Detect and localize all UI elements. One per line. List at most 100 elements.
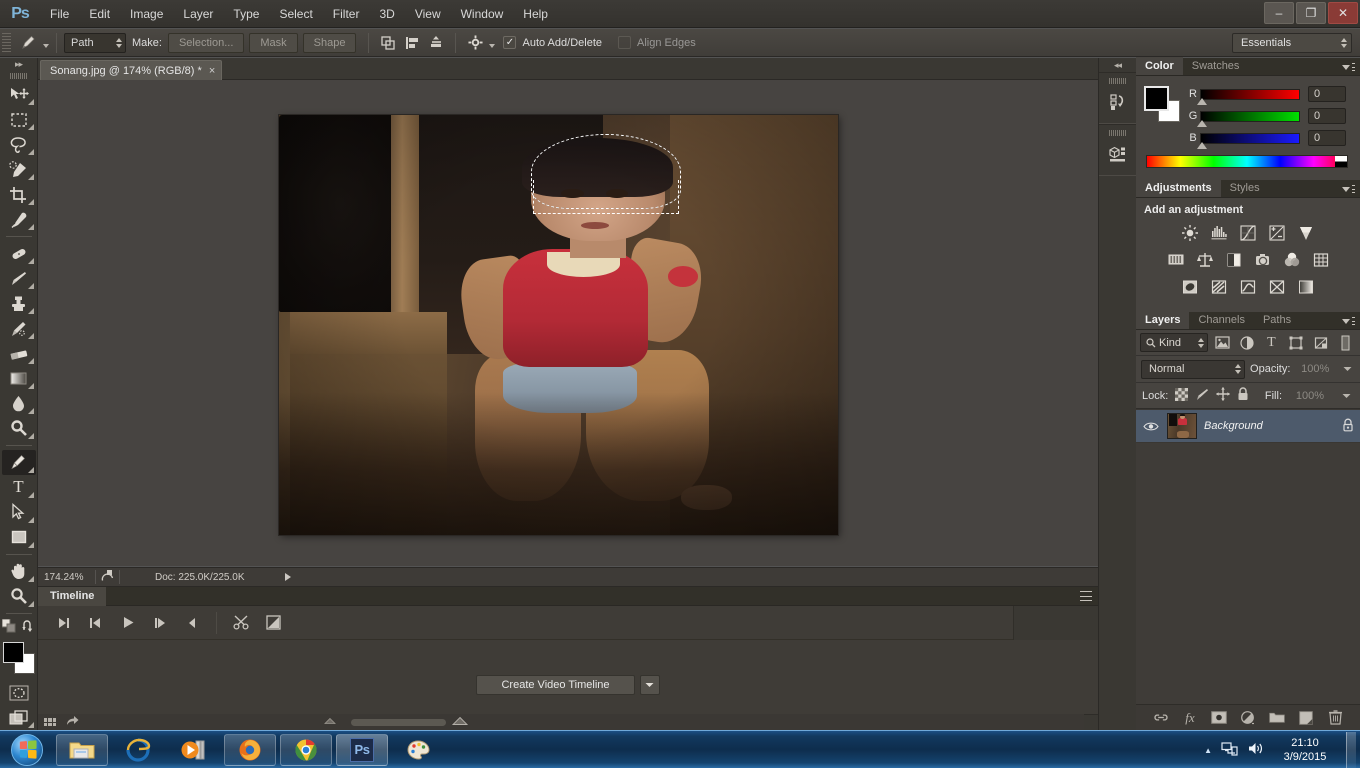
delete-layer-icon[interactable] bbox=[1327, 710, 1343, 726]
windows-explorer-taskbar-icon[interactable] bbox=[56, 733, 108, 766]
document-tab[interactable]: Sonang.jpg @ 174% (RGB/8) * × bbox=[40, 60, 223, 80]
dock-collapse-icon[interactable]: ◂◂ bbox=[1099, 58, 1136, 72]
add-layer-mask-icon[interactable] bbox=[1211, 710, 1227, 726]
menu-edit[interactable]: Edit bbox=[79, 2, 120, 26]
dock-grip-1[interactable] bbox=[1109, 78, 1126, 84]
canvas-area[interactable] bbox=[38, 80, 1098, 566]
posterize-icon[interactable] bbox=[1209, 277, 1229, 297]
channel-b-value[interactable]: 0 bbox=[1308, 130, 1346, 146]
gradient-map-icon[interactable] bbox=[1296, 277, 1316, 297]
fill-value[interactable]: 100% bbox=[1289, 386, 1331, 405]
brightness-contrast-icon[interactable] bbox=[1180, 223, 1200, 243]
filter-shape-layers-icon[interactable] bbox=[1285, 332, 1307, 353]
make-shape-button[interactable]: Shape bbox=[302, 32, 357, 53]
layer-thumbnail[interactable] bbox=[1167, 413, 1197, 439]
color-lookup-icon[interactable] bbox=[1311, 250, 1331, 270]
hue-saturation-icon[interactable] bbox=[1166, 250, 1186, 270]
menu-image[interactable]: Image bbox=[120, 2, 173, 26]
curves-icon[interactable] bbox=[1238, 223, 1258, 243]
windows-media-player-taskbar-icon[interactable] bbox=[168, 734, 220, 766]
dodge-tool[interactable] bbox=[2, 416, 36, 441]
foreground-color-swatch[interactable] bbox=[2, 642, 24, 664]
clone-stamp-tool[interactable] bbox=[2, 291, 36, 316]
auto-add-delete-checkbox[interactable]: ✓ Auto Add/Delete bbox=[503, 36, 608, 49]
adjustments-panel-menu-icon[interactable] bbox=[1342, 184, 1355, 194]
photo-filter-icon[interactable] bbox=[1253, 250, 1273, 270]
channel-r-value[interactable]: 0 bbox=[1308, 86, 1346, 102]
levels-icon[interactable] bbox=[1209, 223, 1229, 243]
tab-timeline[interactable]: Timeline bbox=[38, 586, 107, 606]
dock-grip-2[interactable] bbox=[1109, 130, 1126, 136]
type-tool[interactable]: T bbox=[2, 475, 36, 500]
layers-list[interactable]: Background bbox=[1136, 409, 1360, 653]
spot-healing-brush-tool[interactable] bbox=[2, 241, 36, 266]
layers-panel-menu-icon[interactable] bbox=[1342, 316, 1355, 326]
layer-visibility-icon[interactable] bbox=[1142, 417, 1160, 435]
tab-adjustments[interactable]: Adjustments bbox=[1136, 179, 1221, 197]
tab-channels[interactable]: Channels bbox=[1189, 311, 1253, 329]
black-and-white-icon[interactable] bbox=[1224, 250, 1244, 270]
lock-image-pixels-icon[interactable] bbox=[1195, 388, 1209, 404]
screen-mode-icon[interactable] bbox=[2, 705, 36, 730]
brush-tool[interactable] bbox=[2, 266, 36, 291]
color-balance-icon[interactable] bbox=[1195, 250, 1215, 270]
color-ramp-white-black[interactable] bbox=[1335, 156, 1347, 167]
rectangular-marquee-tool[interactable] bbox=[2, 107, 36, 132]
menu-filter[interactable]: Filter bbox=[323, 2, 370, 26]
play-button[interactable] bbox=[112, 611, 144, 635]
color-panel-menu-icon[interactable] bbox=[1342, 62, 1355, 72]
close-document-icon[interactable]: × bbox=[209, 65, 215, 77]
internet-explorer-taskbar-icon[interactable] bbox=[112, 734, 164, 766]
color-panel-swatches[interactable] bbox=[1144, 86, 1180, 122]
eraser-tool[interactable] bbox=[2, 341, 36, 366]
align-edges-checkbox[interactable]: Align Edges bbox=[618, 36, 702, 49]
menu-3d[interactable]: 3D bbox=[369, 2, 404, 26]
blend-mode-select[interactable]: Normal bbox=[1141, 359, 1246, 379]
tab-paths[interactable]: Paths bbox=[1254, 311, 1300, 329]
layer-filter-kind-select[interactable]: Kind bbox=[1140, 333, 1209, 352]
menu-file[interactable]: File bbox=[40, 2, 79, 26]
pen-tool-icon[interactable] bbox=[15, 32, 41, 54]
network-icon[interactable] bbox=[1221, 741, 1238, 759]
canvas-share-icon[interactable] bbox=[66, 715, 79, 729]
filter-adjustment-layers-icon[interactable] bbox=[1236, 332, 1258, 353]
channel-mixer-icon[interactable] bbox=[1282, 250, 1302, 270]
quick-selection-tool[interactable] bbox=[2, 157, 36, 182]
blur-tool[interactable] bbox=[2, 391, 36, 416]
image-canvas[interactable] bbox=[279, 115, 838, 535]
scroll-right-arrow-icon[interactable] bbox=[451, 716, 469, 729]
next-frame-button[interactable] bbox=[144, 611, 176, 635]
menu-view[interactable]: View bbox=[405, 2, 451, 26]
clock[interactable]: 21:10 3/9/2015 bbox=[1273, 736, 1337, 764]
tools-collapse-icon[interactable]: ▸▸ bbox=[0, 58, 38, 71]
channel-g-value[interactable]: 0 bbox=[1308, 108, 1346, 124]
invert-icon[interactable] bbox=[1180, 277, 1200, 297]
vibrance-icon[interactable] bbox=[1296, 223, 1316, 243]
rectangle-shape-tool[interactable] bbox=[2, 525, 36, 550]
path-selection-tool[interactable] bbox=[2, 500, 36, 525]
3d-panel-icon[interactable] bbox=[1099, 139, 1137, 169]
layer-style-icon[interactable]: fx bbox=[1182, 710, 1198, 726]
canvas-grid-icon[interactable] bbox=[44, 718, 56, 726]
opacity-dropdown-icon[interactable] bbox=[1340, 360, 1355, 378]
options-bar-grip[interactable] bbox=[2, 32, 11, 53]
tab-color[interactable]: Color bbox=[1136, 57, 1183, 75]
transition-button[interactable] bbox=[257, 611, 289, 635]
channel-g-thumb[interactable] bbox=[1197, 119, 1207, 127]
make-mask-button[interactable]: Mask bbox=[249, 32, 298, 53]
photoshop-taskbar-icon[interactable]: Ps bbox=[336, 733, 388, 766]
color-spectrum-ramp[interactable] bbox=[1146, 155, 1348, 168]
scrollbar-thumb[interactable] bbox=[351, 718, 446, 726]
threshold-icon[interactable] bbox=[1238, 277, 1258, 297]
lasso-tool[interactable] bbox=[2, 132, 36, 157]
menu-type[interactable]: Type bbox=[223, 2, 269, 26]
channel-g-slider[interactable] bbox=[1197, 110, 1300, 127]
zoom-level-field[interactable]: 174.24% bbox=[38, 572, 90, 583]
gear-caret-icon[interactable] bbox=[489, 43, 496, 48]
create-timeline-dropdown-icon[interactable] bbox=[639, 675, 660, 695]
history-panel-icon[interactable] bbox=[1099, 87, 1137, 117]
quick-mask-icon[interactable] bbox=[2, 680, 36, 705]
show-hidden-icons-icon[interactable]: ▲ bbox=[1204, 746, 1212, 755]
start-button[interactable] bbox=[2, 732, 52, 768]
split-at-playhead-button[interactable] bbox=[225, 611, 257, 635]
